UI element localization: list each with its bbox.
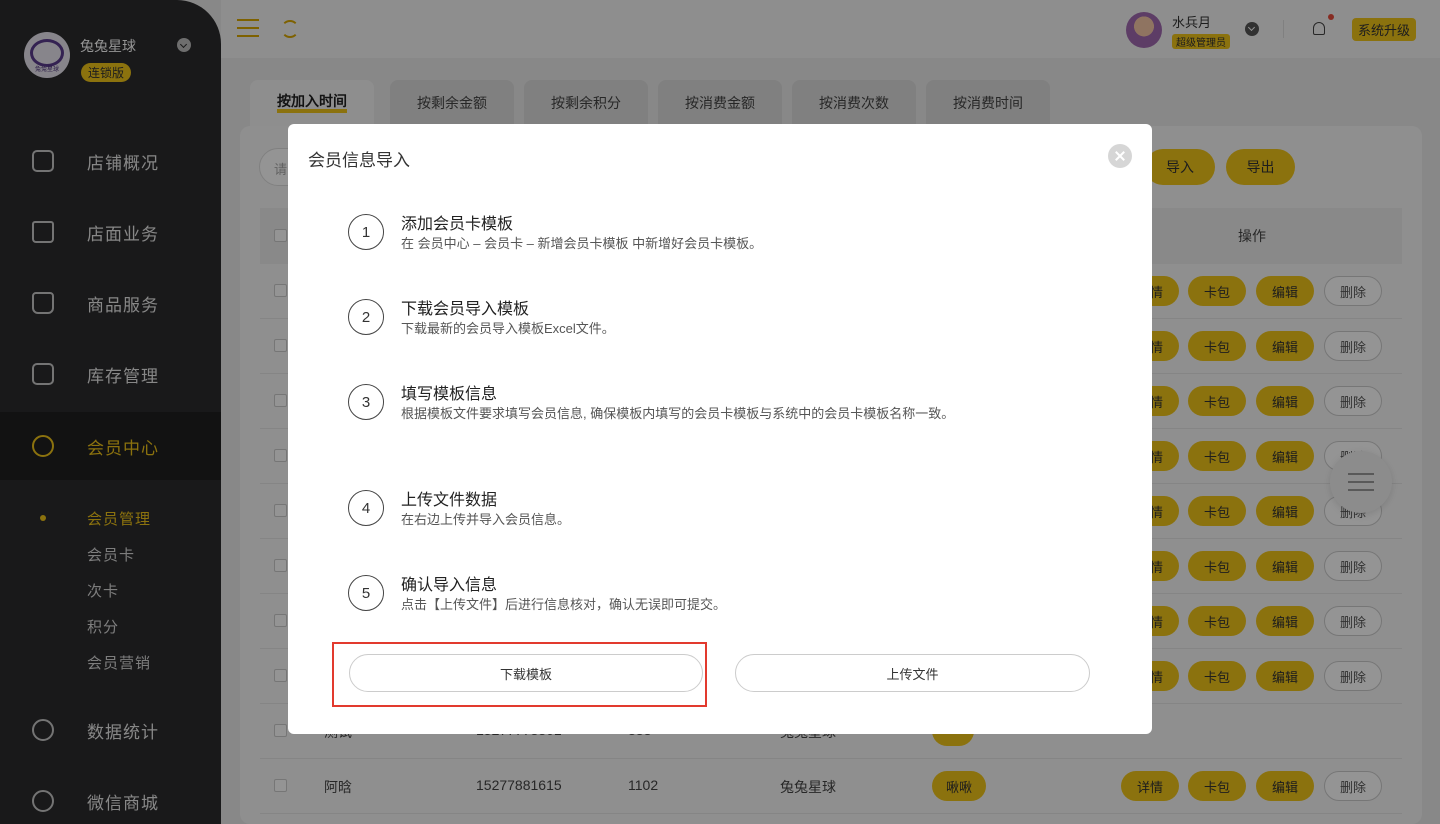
step-title: 上传文件数据 <box>401 492 498 509</box>
upload-file-button[interactable]: 上传文件 <box>735 654 1090 692</box>
step-description: 在 会员中心 – 会员卡 – 新增会员卡模板 中新增好会员卡模板。 <box>401 236 763 251</box>
step-title: 添加会员卡模板 <box>401 216 514 233</box>
step-title: 填写模板信息 <box>401 386 498 403</box>
step-number: 2 <box>348 299 384 335</box>
highlight-box <box>332 642 707 707</box>
step-number: 3 <box>348 384 384 420</box>
step-number: 4 <box>348 490 384 526</box>
step-description: 下载最新的会员导入模板Excel文件。 <box>401 321 615 336</box>
step-number: 1 <box>348 214 384 250</box>
close-icon[interactable] <box>1108 144 1132 168</box>
step-title: 确认导入信息 <box>401 577 498 594</box>
step-title: 下载会员导入模板 <box>401 301 530 318</box>
step-number: 5 <box>348 575 384 611</box>
dialog-title: 会员信息导入 <box>308 151 410 170</box>
step-description: 根据模板文件要求填写会员信息, 确保模板内填写的会员卡模板与系统中的会员卡模板名… <box>401 406 955 421</box>
step-description: 点击【上传文件】后进行信息核对，确认无误即可提交。 <box>401 597 727 612</box>
step-description: 在右边上传并导入会员信息。 <box>401 512 571 527</box>
